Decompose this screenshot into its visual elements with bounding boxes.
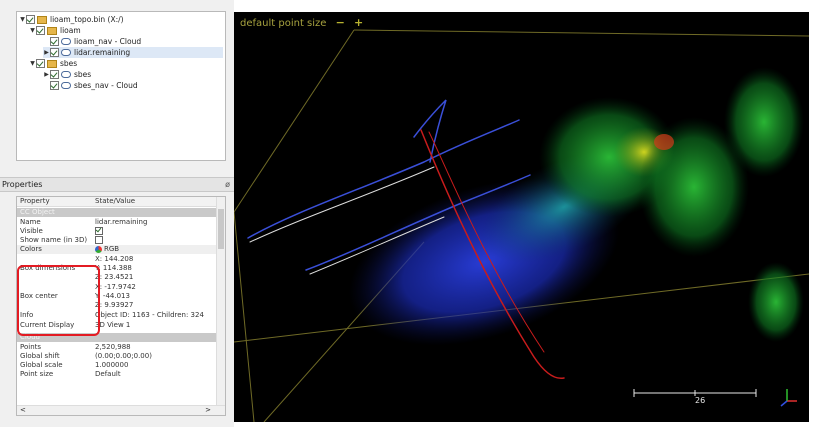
tree-item-label: lidar.remaining — [74, 48, 131, 57]
scale-label: 26 — [695, 396, 706, 405]
3d-view[interactable]: default point size − + 26 — [234, 12, 809, 422]
tree-item-label: sbes_nav - Cloud — [74, 81, 138, 90]
row-global-shift: Global shift (0.00;0.00;0.00) — [20, 352, 152, 360]
column-header-value[interactable]: State/Value — [95, 197, 135, 206]
point-cloud-render — [234, 29, 809, 422]
row-colors: Colors RGB — [17, 245, 217, 254]
visibility-checkbox[interactable] — [50, 70, 59, 79]
row-visible: Visible — [17, 227, 217, 236]
point-size-control: default point size − + — [240, 16, 363, 29]
scroll-right-icon[interactable]: > — [205, 406, 211, 415]
expand-toggle-icon[interactable]: ▼ — [19, 14, 26, 25]
grid-header-row: Property State/Value — [17, 197, 217, 207]
undock-icon[interactable]: ø — [225, 178, 230, 191]
scroll-thumb[interactable] — [218, 209, 224, 249]
left-panel: ▼ lioam_topo.bin (X:/) ▼ lioam lioam_nav… — [0, 0, 234, 427]
tree-item-sbes-group[interactable]: ▼ sbes — [29, 58, 77, 69]
point-size-label: default point size — [240, 18, 327, 29]
row-points: Points 2,520,988 — [20, 343, 131, 351]
tree-item-label: lioam_topo.bin (X:/) — [50, 15, 124, 24]
row-point-size: Point size Default — [20, 370, 121, 379]
expand-toggle-icon[interactable]: ▶ — [43, 47, 50, 58]
point-size-select[interactable]: Default — [95, 370, 121, 379]
tree-item-sbes-nav[interactable]: sbes_nav - Cloud — [43, 80, 138, 91]
visibility-checkbox[interactable] — [36, 26, 45, 35]
increase-point-size-button[interactable]: + — [354, 16, 363, 29]
cloud-icon — [61, 38, 71, 45]
cloud-icon — [61, 49, 71, 56]
column-header-property[interactable]: Property — [20, 197, 50, 206]
highlight-annotation — [17, 265, 100, 336]
colors-value[interactable]: RGB — [95, 245, 119, 254]
current-display-select[interactable]: 3D View 1 — [95, 321, 130, 330]
scroll-left-icon[interactable]: < — [20, 406, 26, 415]
cloud-icon — [61, 82, 71, 89]
tree-item-lidar-remaining[interactable]: ▶ lidar.remaining — [43, 47, 223, 58]
visibility-checkbox[interactable] — [50, 48, 59, 57]
visibility-checkbox[interactable] — [50, 37, 59, 46]
tree-item-lioam[interactable]: ▼ lioam — [29, 25, 81, 36]
folder-icon — [37, 15, 47, 24]
visibility-checkbox[interactable] — [50, 81, 59, 90]
show-name-checkbox[interactable] — [95, 236, 103, 244]
row-global-scale: Global scale 1.000000 — [20, 361, 129, 369]
tree-item-sbes[interactable]: ▶ sbes — [43, 69, 91, 80]
tree-item-label: sbes — [74, 70, 92, 79]
expand-toggle-icon[interactable]: ▶ — [43, 69, 50, 80]
horizontal-scrollbar[interactable]: < > — [17, 405, 225, 415]
properties-header: Properties ø — [0, 177, 234, 192]
rgb-icon — [95, 245, 102, 253]
decrease-point-size-button[interactable]: − — [336, 16, 345, 29]
expand-toggle-icon[interactable]: ▼ — [29, 58, 36, 69]
tree-item-label: sbes — [60, 59, 78, 68]
expand-toggle-icon[interactable]: ▼ — [29, 25, 36, 36]
folder-icon — [47, 59, 57, 68]
row-name: Name lidar.remaining — [20, 218, 148, 227]
visible-checkbox[interactable] — [95, 227, 103, 235]
row-box-dimensions-x: X: 144.208 — [95, 255, 134, 263]
visibility-checkbox[interactable] — [26, 15, 35, 24]
section-cc-object: CC Object — [17, 208, 217, 217]
properties-title: Properties — [2, 180, 43, 189]
tree-item-label: lioam_nav - Cloud — [74, 37, 142, 46]
db-tree[interactable]: ▼ lioam_topo.bin (X:/) ▼ lioam lioam_nav… — [16, 11, 226, 161]
vertical-scrollbar[interactable] — [216, 197, 225, 405]
row-show-name: Show name (in 3D) — [17, 236, 217, 245]
tree-item-root[interactable]: ▼ lioam_topo.bin (X:/) — [19, 14, 124, 25]
axis-trihedron-icon — [780, 389, 797, 407]
name-value[interactable]: lidar.remaining — [95, 218, 147, 227]
cloud-icon — [61, 71, 71, 78]
visibility-checkbox[interactable] — [36, 59, 45, 68]
tree-item-label: lioam — [60, 26, 81, 35]
tree-item-lioam-nav[interactable]: lioam_nav - Cloud — [43, 36, 141, 47]
folder-icon — [47, 26, 57, 35]
